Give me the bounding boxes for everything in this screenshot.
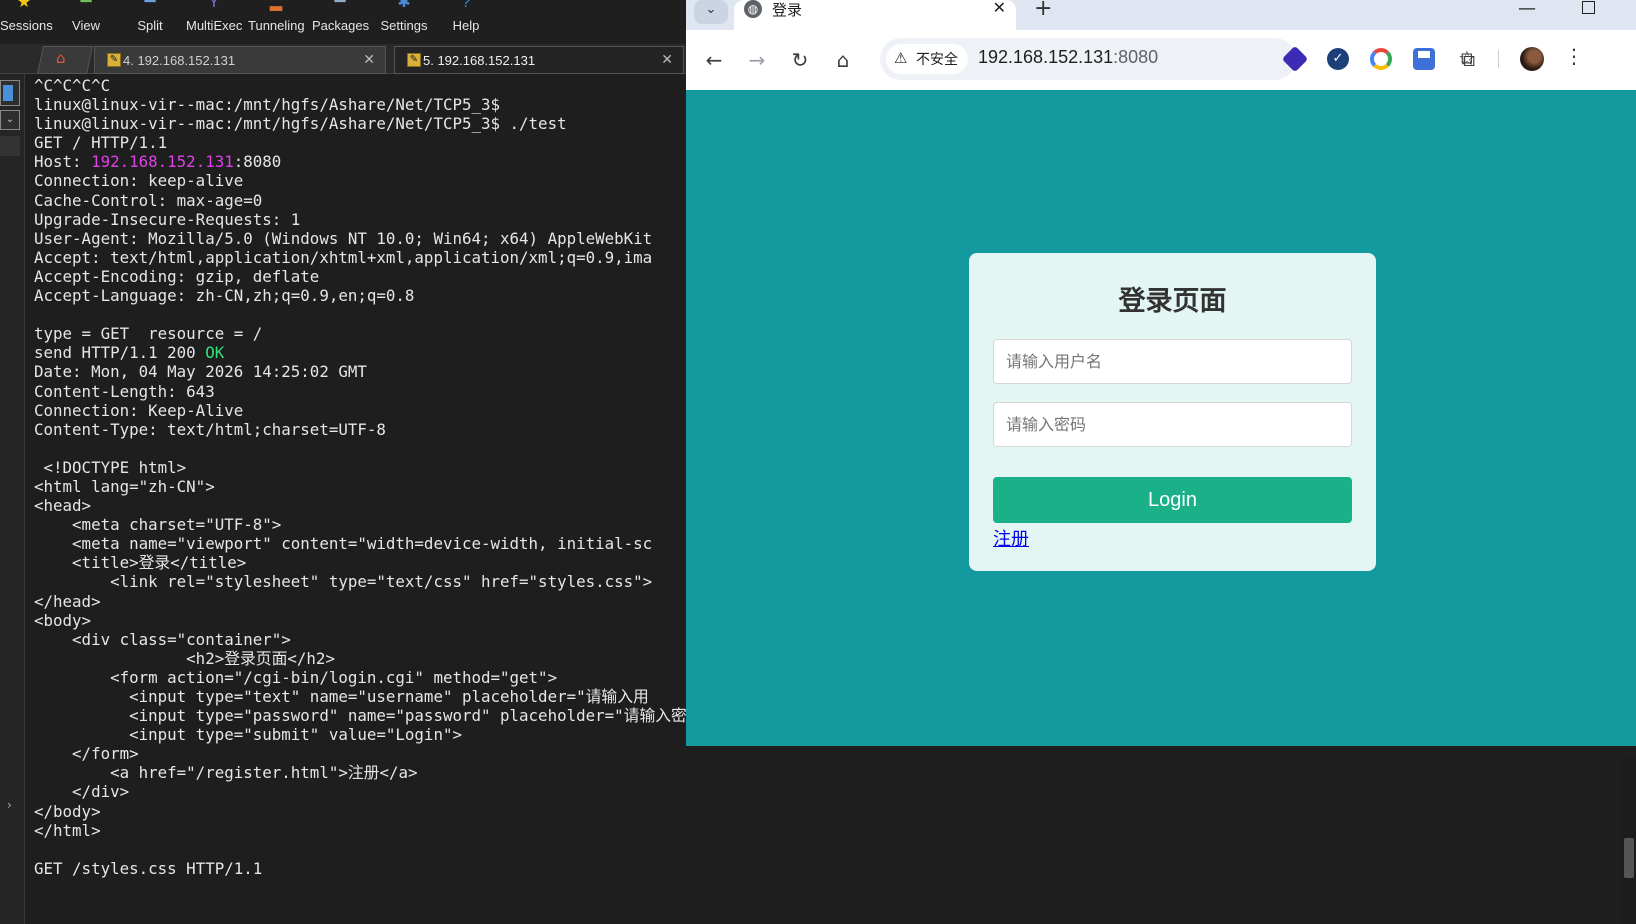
url-host: 192.168.152.131: [978, 47, 1114, 67]
terminal-line: </body>: [34, 801, 101, 821]
extension-save-icon[interactable]: [1413, 48, 1435, 70]
minimize-icon[interactable]: —: [1518, 0, 1536, 19]
terminal-tab-label: 5. 192.168.152.131: [423, 53, 536, 68]
terminal-tab-bar: ✎ 4. 192.168.152.131 ✕ ✎ 5. 192.168.152.…: [0, 44, 686, 74]
tunneling-icon: ▂: [269, 0, 283, 11]
sessions-button[interactable]: ★ Sessions: [0, 0, 53, 44]
more-menu-icon[interactable]: ⋮: [1564, 44, 1584, 68]
back-icon[interactable]: ←: [702, 48, 726, 72]
globe-icon: ◍: [744, 0, 762, 18]
login-button[interactable]: Login: [993, 477, 1352, 523]
url-text[interactable]: 192.168.152.131:8080: [978, 47, 1158, 68]
chevron-right-icon[interactable]: ›: [7, 798, 12, 812]
help-button[interactable]: ? Help: [448, 0, 484, 44]
host-ip: 192.168.152.131: [91, 152, 234, 172]
settings-label: Settings: [380, 18, 428, 33]
close-tab-icon[interactable]: ✕: [363, 51, 375, 68]
help-icon: ?: [461, 0, 471, 11]
security-chip[interactable]: ⚠ 不安全: [886, 44, 968, 74]
chevron-down-icon: ⌄: [705, 2, 717, 17]
extension-ring-icon[interactable]: [1370, 48, 1392, 70]
sidebar-session-button[interactable]: [0, 80, 20, 106]
terminal-scrollbar[interactable]: [1622, 758, 1636, 924]
address-bar[interactable]: ⚠ 不安全 192.168.152.131:8080 ☆: [880, 38, 1476, 80]
security-label: 不安全: [916, 51, 958, 67]
toolbar-divider: [1498, 50, 1499, 68]
settings-button[interactable]: ✱ Settings: [378, 0, 430, 44]
terminal-line: GET /styles.css HTTP/1.1: [34, 858, 263, 878]
host-port: :8080: [233, 152, 282, 172]
browser-tab[interactable]: ◍ 登录 ✕: [734, 0, 1016, 30]
reload-icon[interactable]: ↻: [788, 48, 812, 72]
page-title: 登录页面: [1118, 286, 1227, 317]
register-link[interactable]: 注册: [993, 525, 1029, 551]
home-icon[interactable]: ⌂: [56, 50, 72, 66]
extension-check-icon[interactable]: ✓: [1327, 48, 1349, 70]
forward-icon[interactable]: →: [745, 48, 769, 72]
chevron-down-icon: ⌄: [5, 114, 15, 125]
terminal-line: </html>: [34, 820, 101, 840]
login-container: 登录页面 Login 注册: [969, 253, 1376, 571]
terminal-tab-label: 4. 192.168.152.131: [123, 53, 236, 68]
packages-label: Packages: [312, 18, 370, 33]
terminal-line: </div>: [34, 782, 130, 802]
tunneling-button[interactable]: ▂ Tunneling: [248, 0, 305, 44]
packages-button[interactable]: ▀ Packages: [312, 0, 370, 44]
sidebar-panel-toggle[interactable]: [0, 136, 20, 156]
packages-icon: ▀: [334, 0, 346, 11]
sidebar-dropdown-button[interactable]: ⌄: [0, 110, 20, 130]
split-icon: ▀: [144, 0, 156, 11]
terminal-session-icon: ✎: [107, 53, 121, 67]
sessions-label: Sessions: [0, 18, 53, 33]
extensions-puzzle-icon[interactable]: ⧉: [1457, 48, 1479, 70]
status-prefix: send HTTP/1.1 200: [34, 343, 206, 363]
tunneling-label: Tunneling: [248, 18, 305, 33]
status-ok: OK: [205, 343, 225, 363]
warning-icon: ⚠: [894, 50, 908, 67]
host-prefix: Host:: [34, 152, 92, 172]
browser-window: ⌄ ◍ 登录 ✕ + — ← → ↻ ⌂ ⚠ 不安全 192.168.152.1…: [686, 0, 1636, 746]
left-sidebar: ⌄ ›: [0, 74, 25, 924]
multiexec-button[interactable]: Y MultiExec: [186, 0, 242, 44]
gear-icon: ✱: [397, 0, 411, 11]
home-icon[interactable]: ⌂: [831, 48, 855, 72]
terminal-line: </form>: [34, 744, 139, 764]
terminal-tab-4[interactable]: ✎ 4. 192.168.152.131 ✕: [94, 46, 386, 74]
username-input[interactable]: [993, 339, 1352, 384]
terminal-line: <a href="/register.html">注册</a>: [34, 763, 418, 783]
browser-toolbar: ← → ↻ ⌂ ⚠ 不安全 192.168.152.131:8080 ☆ ✓ ⧉…: [686, 30, 1636, 90]
new-tab-button[interactable]: +: [1034, 0, 1052, 21]
browser-tab-strip: ⌄ ◍ 登录 ✕ + —: [686, 0, 1636, 30]
browser-tab-title: 登录: [772, 2, 803, 19]
help-label: Help: [452, 18, 480, 33]
multiexec-icon: Y: [208, 0, 220, 11]
view-button[interactable]: ▀ View: [64, 0, 108, 44]
terminal-session-icon: ✎: [407, 53, 421, 67]
close-tab-icon[interactable]: ✕: [661, 51, 673, 68]
terminal-tab-5[interactable]: ✎ 5. 192.168.152.131 ✕: [394, 46, 684, 74]
multiexec-label: MultiExec: [186, 18, 243, 33]
view-label: View: [72, 18, 100, 33]
profile-avatar[interactable]: [1520, 47, 1544, 71]
maximize-icon[interactable]: [1582, 1, 1595, 14]
page-viewport: 登录页面 Login 注册: [686, 90, 1636, 746]
monitor-icon: ▀: [80, 0, 92, 11]
tab-search-button[interactable]: ⌄: [694, 0, 728, 24]
url-port: :8080: [1113, 47, 1159, 67]
scrollbar-thumb[interactable]: [1624, 838, 1634, 878]
split-label: Split: [137, 18, 163, 33]
close-icon[interactable]: ✕: [993, 0, 1006, 17]
star-icon: ★: [16, 0, 32, 11]
split-button[interactable]: ▀ Split: [128, 0, 172, 44]
password-input[interactable]: [993, 402, 1352, 447]
